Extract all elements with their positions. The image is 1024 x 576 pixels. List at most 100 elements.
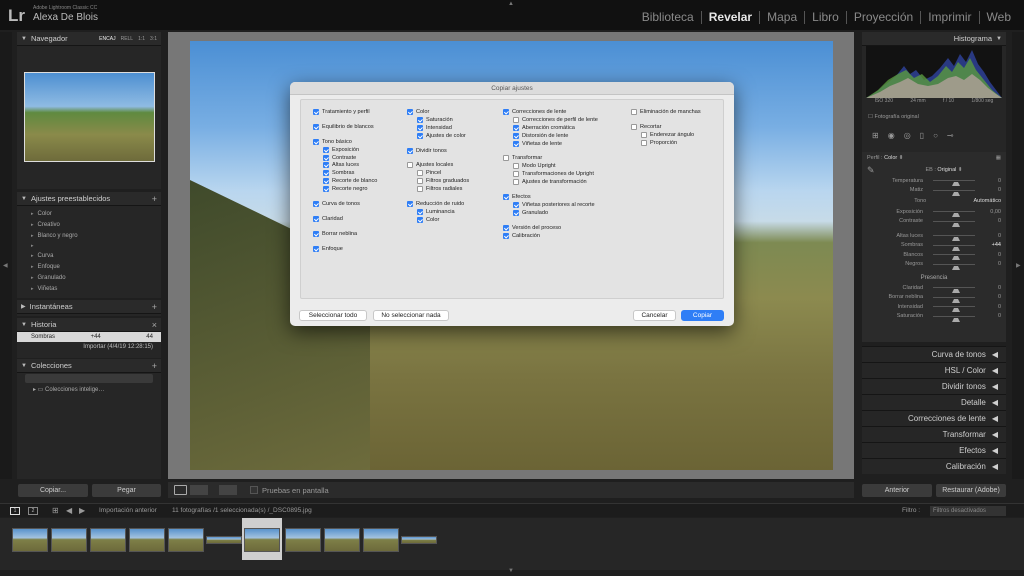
slider-value[interactable]: +44 [981,242,1001,248]
whites-slider[interactable]: Blancos 0 [862,250,1006,260]
select-none-button[interactable]: No seleccionar nada [373,310,449,321]
checked-icon[interactable] [313,138,319,145]
slider-value[interactable]: 0 [981,294,1001,300]
option-checkbox[interactable]: Versión del proceso [503,224,598,232]
checked-icon[interactable] [313,200,319,207]
preset-folder-grain[interactable]: Granulado [31,272,161,283]
checked-icon[interactable] [417,116,423,123]
soft-proof-checkbox[interactable] [250,486,258,494]
contrast-slider[interactable]: Contraste 0 [862,217,1006,227]
paste-settings-button[interactable]: Pegar [92,484,161,497]
checked-icon[interactable] [503,108,509,115]
history-header[interactable]: ▼ Historia × [17,318,161,332]
filmstrip-thumb[interactable] [168,528,204,552]
option-checkbox[interactable]: Sombras [313,169,377,177]
filmstrip-thumb[interactable] [129,528,165,552]
checked-icon[interactable] [323,170,329,177]
spot-removal-icon[interactable]: ◉ [888,131,895,140]
option-checkbox[interactable]: Tono básico [313,138,377,146]
zoom-fit[interactable]: ENCAJ [99,36,115,42]
cancel-button[interactable]: Cancelar [633,310,676,321]
option-checkbox[interactable]: Intensidad [407,124,469,132]
radial-filter-icon[interactable]: ○ [933,131,938,140]
zoom-1-1[interactable]: 1:1 [138,36,145,42]
filmstrip-thumb[interactable] [12,528,48,552]
add-snapshot-icon[interactable]: + [152,302,157,312]
copy-settings-button[interactable]: Copiar... [18,484,88,497]
left-edge[interactable]: ◀ [0,32,12,479]
preset-folder-vignette[interactable]: Viñetas [31,283,161,294]
wb-value[interactable]: Original [937,167,956,173]
slider-value[interactable]: 0 [981,218,1001,224]
navigator-header[interactable]: ▼ Navegador ENCAJ RELL 1:1 3:1 [17,32,161,46]
checked-icon[interactable] [407,147,413,154]
option-checkbox[interactable]: Aberración cromática [503,124,598,132]
slider-value[interactable]: 0 [981,178,1001,184]
slider-value[interactable]: 0 [981,313,1001,319]
checked-icon[interactable] [417,124,423,131]
option-checkbox[interactable]: Enderezar ángulo [631,131,701,139]
collapse-bottom-icon[interactable]: ▼ [508,568,514,574]
checked-icon[interactable] [313,123,319,130]
navigator-preview[interactable] [24,72,155,162]
checked-icon[interactable] [313,108,319,115]
filmstrip-thumb[interactable] [401,536,437,544]
module-libro[interactable]: Libro [804,11,846,24]
module-imprimir[interactable]: Imprimir [920,11,978,24]
option-checkbox[interactable]: Calibración [503,232,598,240]
slider-value[interactable]: 0 [981,252,1001,258]
checked-icon[interactable] [513,201,519,208]
before-after-swap-icon[interactable] [219,485,237,495]
slider-value[interactable]: 0 [981,304,1001,310]
loupe-view-icon[interactable] [174,485,187,495]
checked-icon[interactable] [323,154,329,161]
right-edge[interactable]: ▶ [1012,32,1024,479]
option-checkbox[interactable]: Recortar [631,123,701,131]
option-checkbox[interactable]: Claridad [313,215,377,223]
tint-slider[interactable]: Matiz 0 [862,186,1006,196]
unchecked-icon[interactable] [417,178,423,185]
unchecked-icon[interactable] [641,131,647,138]
slider-value[interactable]: 0 [981,285,1001,291]
preset-folder-curve[interactable]: Curva [31,250,161,261]
slider-value[interactable]: 0 [981,233,1001,239]
profile-row[interactable]: Perfil : Color ⬍ ▦ [862,152,1006,164]
unchecked-icon[interactable] [407,162,413,169]
checked-icon[interactable] [323,186,329,193]
option-checkbox[interactable]: Color [407,108,469,116]
wb-row[interactable]: ✎ EB : Original ⬍ [862,164,1006,176]
panel-effects[interactable]: Efectos ◀ [862,442,1006,458]
option-checkbox[interactable]: Curva de tonos [313,200,377,208]
unchecked-icon[interactable] [513,171,519,178]
collections-header[interactable]: ▼ Colecciones + [17,359,161,373]
option-checkbox[interactable]: Viñetas posteriores al recorte [503,201,598,209]
filmstrip-thumb[interactable] [51,528,87,552]
zoom-fill[interactable]: RELL [121,36,134,42]
option-checkbox[interactable]: Eliminación de manchas [631,108,701,116]
option-checkbox[interactable]: Contraste [313,154,377,162]
preset-folder-creative[interactable]: Creativo [31,219,161,230]
clear-history-icon[interactable]: × [152,320,157,330]
profile-browser-icon[interactable]: ▦ [996,155,1001,161]
module-biblioteca[interactable]: Biblioteca [635,11,701,24]
filmstrip-thumb[interactable] [285,528,321,552]
option-checkbox[interactable]: Luminancia [407,208,469,216]
option-checkbox[interactable]: Transformar [503,154,598,162]
blacks-slider[interactable]: Negros 0 [862,260,1006,270]
unchecked-icon[interactable] [641,139,647,146]
filmstrip-source[interactable]: Importación anterior [99,507,157,514]
panel-transform[interactable]: Transformar ◀ [862,426,1006,442]
option-checkbox[interactable]: Recorte negro [313,185,377,193]
collections-filter-input[interactable] [25,374,153,383]
filmstrip-thumb[interactable] [206,536,242,544]
panel-detail[interactable]: Detalle ◀ [862,394,1006,410]
module-web[interactable]: Web [978,11,1018,24]
option-checkbox[interactable]: Correcciones de perfil de lente [503,116,598,124]
unchecked-icon[interactable] [513,163,519,170]
option-checkbox[interactable]: Granulado [503,209,598,217]
option-checkbox[interactable]: Altas luces [313,161,377,169]
panel-calibration[interactable]: Calibración ◀ [862,458,1006,474]
checked-icon[interactable] [513,124,519,131]
highlights-slider[interactable]: Altas luces 0 [862,231,1006,241]
option-checkbox[interactable]: Enfoque [313,245,377,253]
